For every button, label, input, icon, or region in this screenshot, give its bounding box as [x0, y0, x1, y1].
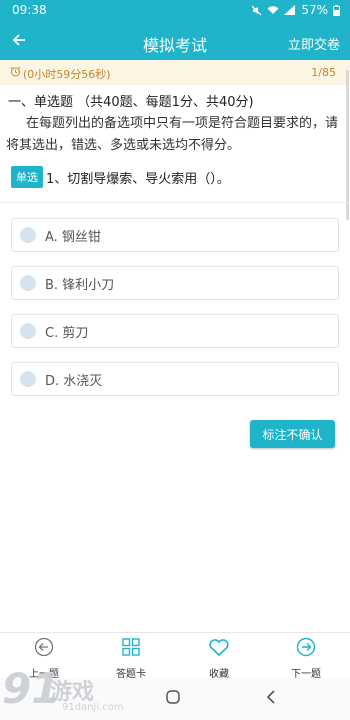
home-button[interactable] — [162, 688, 184, 710]
battery-percent: 57% — [301, 3, 328, 17]
watermark-domain: 91danji.com — [62, 702, 124, 713]
alarm-clock-icon — [10, 66, 21, 80]
status-icons: 57% — [251, 3, 340, 17]
chevron-left-icon — [265, 689, 277, 709]
question: 单选 1、切割导爆索、导火索用（）。 — [11, 166, 230, 188]
countdown-timer: (0小时59分56秒) — [23, 68, 111, 81]
mark-uncertain-button[interactable]: 标注不确认 — [250, 420, 335, 448]
timer-bar: (0小时59分56秒) 1/85 — [0, 60, 350, 85]
back-button[interactable] — [6, 28, 32, 54]
radio-icon — [20, 227, 36, 243]
option-d[interactable]: D. 水浇灭 — [11, 362, 339, 396]
section-instructions: 在每题列出的备选项中只有一项是符合题目要求的，请将其选出，错选、多选或未选均不得… — [6, 116, 339, 153]
arrow-left-icon — [12, 32, 26, 51]
question-progress: 1/85 — [311, 66, 336, 79]
option-label: A. 钢丝钳 — [45, 229, 101, 245]
option-label: B. 锋利小刀 — [45, 277, 115, 293]
watermark: 91 游戏 91danji.com — [0, 662, 140, 720]
radio-icon — [20, 323, 36, 339]
next-question-button[interactable]: 下一题 — [276, 637, 336, 680]
question-text: 1、切割导爆索、导火索用（）。 — [46, 171, 230, 187]
option-c[interactable]: C. 剪刀 — [11, 314, 339, 348]
mute-icon — [251, 5, 262, 16]
divider — [0, 202, 350, 203]
status-bar: 09:38 57% — [0, 0, 350, 22]
system-back-button[interactable] — [260, 688, 282, 710]
section-heading: 一、单选题 （共40题、每题1分、共40分) — [8, 95, 254, 110]
signal-icon — [284, 5, 296, 15]
wifi-icon — [267, 5, 279, 15]
arrow-left-circle-icon — [34, 637, 54, 661]
grid-icon — [121, 637, 141, 661]
radio-icon — [20, 275, 36, 291]
status-time: 09:38 — [12, 3, 47, 17]
option-label: D. 水浇灭 — [45, 373, 103, 389]
radio-icon — [20, 371, 36, 387]
question-type-badge: 单选 — [11, 166, 43, 188]
option-a[interactable]: A. 钢丝钳 — [11, 218, 339, 252]
battery-icon — [333, 4, 340, 16]
option-b[interactable]: B. 锋利小刀 — [11, 266, 339, 300]
scrollbar[interactable] — [346, 70, 349, 220]
submit-exam-button[interactable]: 立即交卷 — [288, 34, 340, 53]
home-icon — [165, 689, 181, 709]
favorite-button[interactable]: 收藏 — [189, 637, 249, 680]
arrow-right-circle-icon — [296, 637, 316, 661]
option-label: C. 剪刀 — [45, 325, 89, 341]
app-bar: 模拟考试 立即交卷 — [0, 22, 350, 60]
heart-icon — [208, 637, 230, 661]
